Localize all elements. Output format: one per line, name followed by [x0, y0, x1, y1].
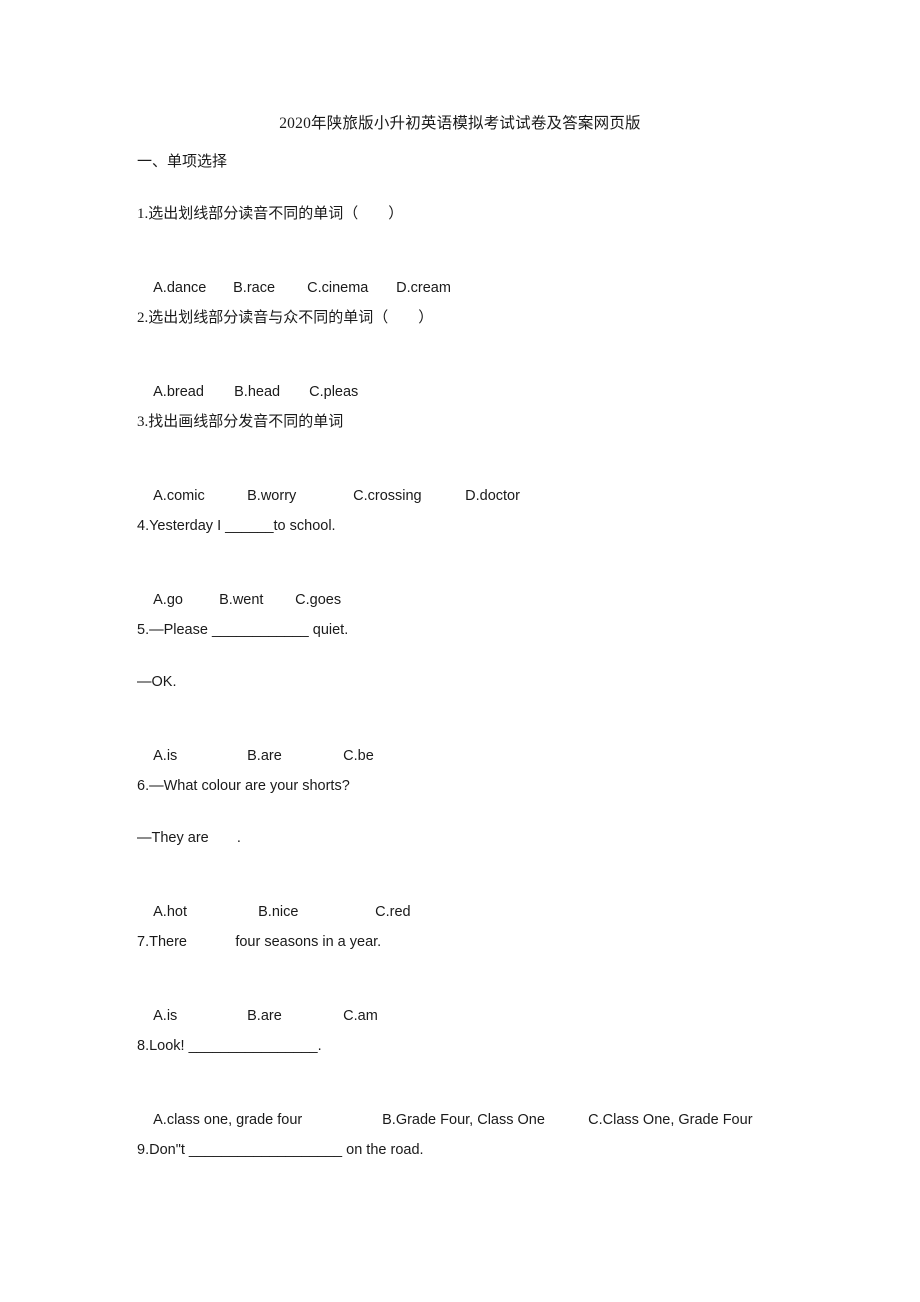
option-4-b[interactable]: B.went — [219, 589, 295, 611]
option-2-a[interactable]: A.bread — [153, 381, 234, 403]
question-7-stem: 7.There four seasons in a year. — [137, 934, 382, 950]
option-6-c[interactable]: C.red — [375, 901, 410, 923]
option-2-c[interactable]: C.pleas — [309, 381, 358, 403]
question-6-stem-line2: —They are . — [137, 830, 241, 846]
option-7-c[interactable]: C.am — [343, 1005, 378, 1027]
question-5-stem: 5.—Please ____________ quiet. — [137, 622, 349, 638]
question-8-stem: 8.Look! ________________. — [137, 1038, 322, 1054]
option-5-b[interactable]: B.are — [247, 745, 343, 767]
option-1-b[interactable]: B.race — [233, 277, 307, 299]
question-2-stem: 2.选出划线部分读音与众不同的单词（ ） — [137, 310, 434, 326]
option-4-c[interactable]: C.goes — [295, 589, 341, 611]
exam-paper-page: 2020年陕旅版小升初英语模拟考试试卷及答案网页版 一、单项选择 1.选出划线部… — [0, 0, 920, 1302]
option-7-a[interactable]: A.is — [153, 1005, 247, 1027]
option-5-a[interactable]: A.is — [153, 745, 247, 767]
question-5-stem-line2: —OK. — [137, 674, 177, 690]
option-1-d[interactable]: D.cream — [396, 277, 451, 299]
option-1-a[interactable]: A.dance — [153, 277, 233, 299]
section-heading-multiple-choice: 一、单项选择 — [137, 154, 228, 170]
option-3-a[interactable]: A.comic — [153, 485, 247, 507]
question-6-stem: 6.—What colour are your shorts? — [137, 778, 350, 794]
question-3-stem: 3.找出画线部分发音不同的单词 — [137, 414, 344, 430]
option-8-b[interactable]: B.Grade Four, Class One — [382, 1109, 588, 1131]
question-1-stem: 1.选出划线部分读音不同的单词（ ） — [137, 206, 404, 222]
option-5-c[interactable]: C.be — [343, 745, 374, 767]
question-4-stem: 4.Yesterday I ______to school. — [137, 518, 336, 534]
option-1-c[interactable]: C.cinema — [307, 277, 396, 299]
option-7-b[interactable]: B.are — [247, 1005, 343, 1027]
option-4-a[interactable]: A.go — [153, 589, 219, 611]
option-6-b[interactable]: B.nice — [258, 901, 375, 923]
option-3-d[interactable]: D.doctor — [465, 485, 520, 507]
question-9-stem: 9.Don"t ___________________ on the road. — [137, 1142, 424, 1158]
option-3-b[interactable]: B.worry — [247, 485, 353, 507]
page-title: 2020年陕旅版小升初英语模拟考试试卷及答案网页版 — [279, 115, 641, 132]
option-8-c[interactable]: C.Class One, Grade Four — [588, 1109, 752, 1131]
option-8-a[interactable]: A.class one, grade four — [153, 1109, 382, 1131]
option-6-a[interactable]: A.hot — [153, 901, 258, 923]
option-2-b[interactable]: B.head — [234, 381, 309, 403]
option-3-c[interactable]: C.crossing — [353, 485, 465, 507]
